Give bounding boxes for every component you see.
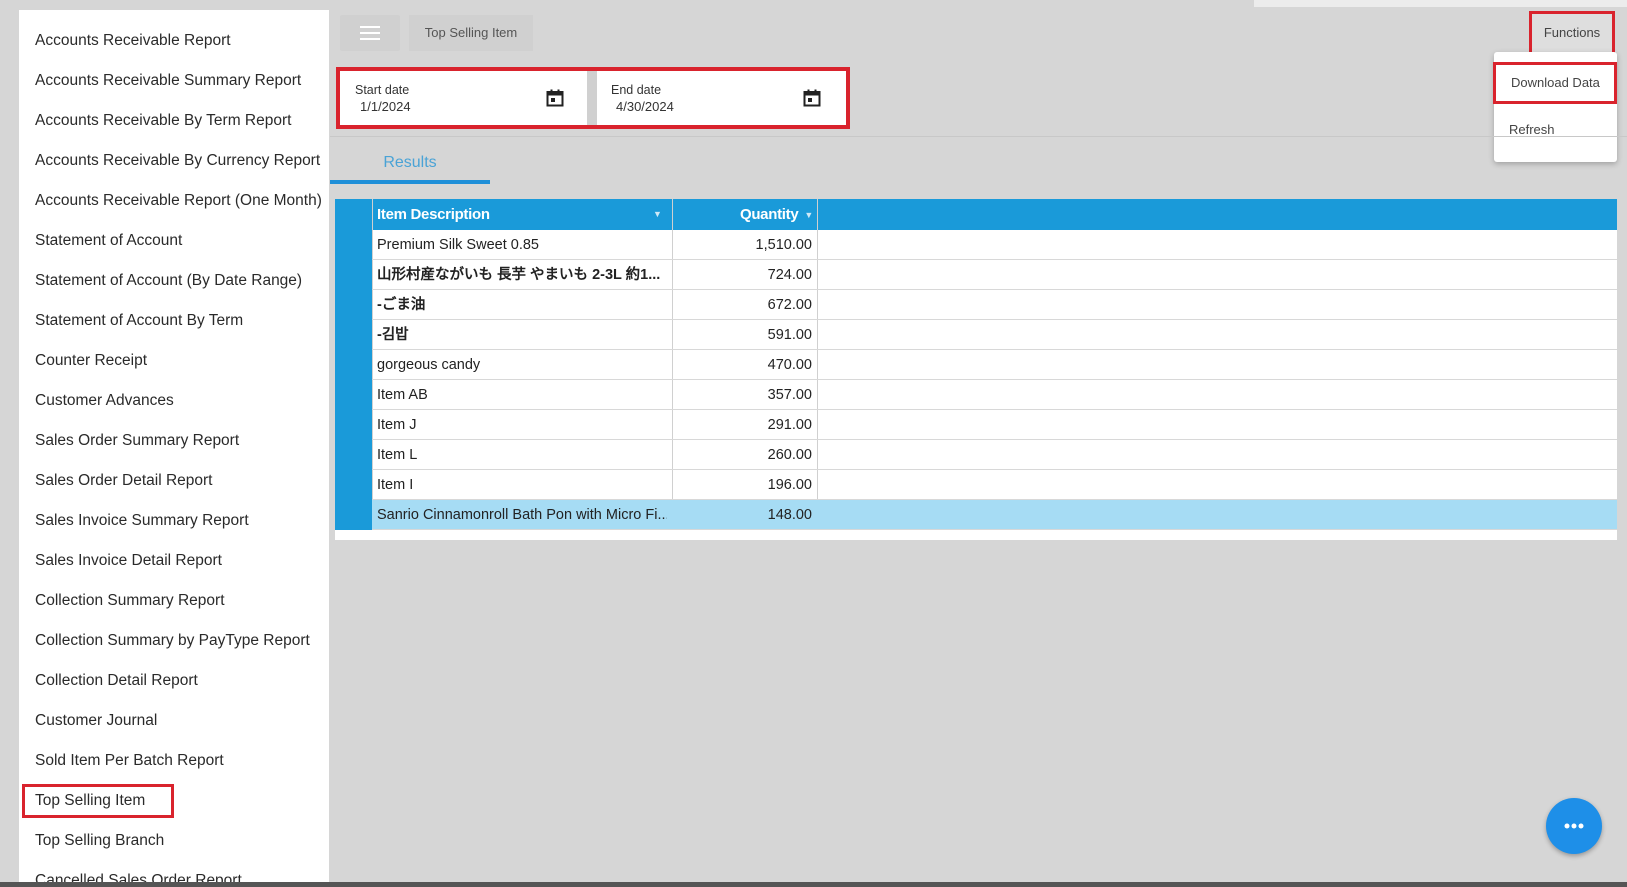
report-sidebar: Accounts Receivable Report Accounts Recei… — [19, 10, 329, 882]
column-header-quantity[interactable]: Quantity ▼ — [673, 199, 813, 230]
sidebar-item[interactable]: Accounts Receivable Summary Report — [35, 67, 301, 95]
grid-header: Item Description ▼ Quantity ▼ — [335, 199, 1617, 230]
sidebar-item[interactable]: Cancelled Sales Order Report — [35, 867, 242, 882]
sidebar-item[interactable]: Sales Order Summary Report — [35, 427, 239, 455]
sidebar-item[interactable]: Sales Invoice Summary Report — [35, 507, 249, 535]
column-header-item-description[interactable]: Item Description ▼ — [377, 199, 662, 230]
sidebar-item[interactable]: Statement of Account — [35, 227, 182, 255]
end-date-label: End date — [611, 83, 662, 97]
calendar-icon[interactable] — [546, 89, 564, 107]
cell-quantity: 260.00 — [767, 447, 812, 463]
calendar-icon[interactable] — [803, 89, 821, 107]
sidebar-item[interactable]: Sales Invoice Detail Report — [35, 547, 222, 575]
sidebar-item[interactable]: Statement of Account (By Date Range) — [35, 267, 302, 295]
functions-dropdown: Download Data Refresh — [1493, 52, 1617, 162]
download-data-menu-item[interactable]: Download Data — [1493, 62, 1617, 104]
tab-results-indicator — [330, 180, 490, 184]
end-date-value: 4/30/2024 — [616, 99, 674, 114]
table-row[interactable]: Item I 196.00 — [372, 470, 1617, 500]
cell-quantity: 196.00 — [767, 477, 812, 493]
cell-item-description: -ごま油 — [377, 297, 426, 313]
cell-item-description: 山形村産ながいも 長芋 やまいも 2-3L 約1... — [377, 267, 661, 283]
cell-item-description: Sanrio Cinnamonroll Bath Pon with Micro … — [377, 507, 667, 523]
sidebar-item[interactable]: Sold Item Per Batch Report — [35, 747, 224, 775]
cell-item-description: Item I — [377, 477, 414, 493]
table-row[interactable]: Premium Silk Sweet 0.85 1,510.00 — [372, 230, 1617, 260]
cell-item-description: Item J — [377, 417, 417, 433]
sidebar-item[interactable]: Top Selling Branch — [35, 827, 164, 855]
functions-button[interactable]: Functions — [1529, 11, 1615, 55]
cell-item-description: gorgeous candy — [377, 357, 481, 373]
cell-quantity: 357.00 — [767, 387, 812, 403]
table-row[interactable]: Item AB 357.00 — [372, 380, 1617, 410]
start-date-field[interactable]: Start date 1/1/2024 — [342, 73, 586, 123]
start-date-label: Start date — [355, 83, 410, 97]
sidebar-item[interactable]: Accounts Receivable Report (One Month) — [35, 187, 322, 215]
cell-item-description: Item L — [377, 447, 418, 463]
date-divider — [587, 71, 597, 125]
cell-quantity: 672.00 — [767, 297, 812, 313]
cell-quantity: 470.00 — [767, 357, 812, 373]
cell-item-description: Item AB — [377, 387, 428, 403]
cell-item-description: -김밥 — [377, 327, 409, 343]
sidebar-item[interactable]: Customer Journal — [35, 707, 157, 735]
sidebar-item[interactable]: Sales Order Detail Report — [35, 467, 212, 495]
cell-quantity: 724.00 — [767, 267, 812, 283]
table-row[interactable]: Item J 291.00 — [372, 410, 1617, 440]
menu-button[interactable] — [340, 15, 400, 51]
table-row[interactable]: Sanrio Cinnamonroll Bath Pon with Micro … — [372, 500, 1617, 530]
bottom-bar — [0, 882, 1627, 887]
table-row[interactable]: -김밥 591.00 — [372, 320, 1617, 350]
end-date-field[interactable]: End date 4/30/2024 — [598, 73, 844, 123]
cell-item-description: Premium Silk Sweet 0.85 — [377, 237, 539, 253]
more-actions-button[interactable] — [1546, 798, 1602, 854]
results-grid: Item Description ▼ Quantity ▼ Premium Sil… — [335, 199, 1617, 540]
filter-icon[interactable]: ▼ — [653, 199, 662, 230]
sidebar-item[interactable]: Accounts Receivable By Term Report — [35, 107, 291, 135]
cell-quantity: 291.00 — [767, 417, 812, 433]
sidebar-item[interactable]: Collection Detail Report — [35, 667, 198, 695]
sidebar-item[interactable]: Collection Summary by PayType Report — [35, 627, 310, 655]
tab-top-selling-item[interactable]: Top Selling Item — [409, 15, 533, 51]
cell-quantity: 148.00 — [767, 507, 812, 523]
top-strip — [1254, 0, 1627, 7]
column-header-label: Item Description — [377, 206, 490, 223]
sidebar-item[interactable]: Customer Advances — [35, 387, 174, 415]
table-row[interactable]: gorgeous candy 470.00 — [372, 350, 1617, 380]
cell-quantity: 1,510.00 — [755, 237, 812, 253]
table-row[interactable]: 山形村産ながいも 長芋 やまいも 2-3L 約1... 724.00 — [372, 260, 1617, 290]
column-header-label: Quantity — [739, 206, 799, 223]
sidebar-item[interactable]: Statement of Account By Term — [35, 307, 243, 335]
sidebar-item[interactable]: Accounts Receivable Report — [35, 27, 231, 55]
cell-quantity: 591.00 — [767, 327, 812, 343]
hamburger-icon — [360, 26, 380, 40]
more-horizontal-icon — [1564, 823, 1584, 829]
table-row[interactable]: Item L 260.00 — [372, 440, 1617, 470]
tabs-divider — [330, 136, 1627, 137]
refresh-menu-item[interactable]: Refresh — [1494, 112, 1617, 148]
sidebar-item[interactable]: Top Selling Item — [21, 784, 175, 818]
table-row[interactable]: -ごま油 672.00 — [372, 290, 1617, 320]
start-date-value: 1/1/2024 — [360, 99, 411, 114]
sidebar-item[interactable]: Counter Receipt — [35, 347, 147, 375]
sidebar-item[interactable]: Accounts Receivable By Currency Report — [35, 147, 320, 175]
filter-icon[interactable]: ▼ — [804, 200, 813, 231]
row-header-column — [335, 230, 372, 530]
date-range-filter: Start date 1/1/2024 End date 4/30/2024 — [336, 67, 850, 129]
tab-results[interactable]: Results — [330, 148, 490, 182]
sidebar-item[interactable]: Collection Summary Report — [35, 587, 225, 615]
